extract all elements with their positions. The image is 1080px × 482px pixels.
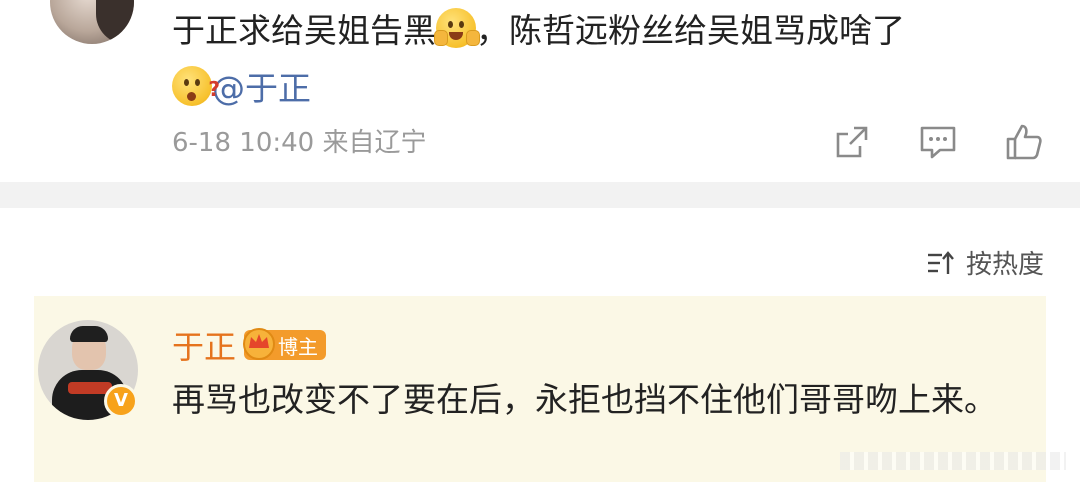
verified-mark: V [114, 390, 128, 411]
comment-author-name[interactable]: 于正 [172, 322, 236, 368]
weibo-post: 于正求给吴姐告黑 ，陈哲远粉丝给吴姐骂成啥了 ? @于正 6-18 10:40 来自… [0, 0, 1080, 182]
mention-link[interactable]: @于正 [212, 69, 311, 108]
verified-icon: V [104, 384, 138, 418]
sort-icon [927, 250, 954, 274]
comment-author-row: 于正 博主 [172, 322, 327, 368]
confused-question-emoji-icon: ? [172, 66, 220, 106]
post-text-part1: 于正求给吴姐告黑 [172, 11, 436, 50]
section-divider [0, 182, 1080, 208]
blogger-badge-label: 博主 [278, 334, 319, 359]
post-content: 于正求给吴姐告黑 ，陈哲远粉丝给吴姐骂成啥了 ? @于正 [172, 2, 1032, 118]
like-icon[interactable] [1004, 122, 1044, 162]
post-timestamp: 6-18 10:40 [172, 128, 315, 158]
crown-icon [243, 328, 276, 360]
share-icon[interactable] [832, 122, 872, 162]
grinning-hands-emoji-icon [434, 8, 480, 48]
post-meta: 6-18 10:40 来自辽宁 [172, 122, 426, 159]
post-author-avatar[interactable] [50, 0, 134, 44]
post-location: 来自辽宁 [322, 128, 427, 158]
sort-toggle[interactable]: 按热度 [926, 244, 1044, 281]
comment-text: 再骂也改变不了要在后，永拒也挡不住他们哥哥吻上来。 [172, 380, 997, 419]
watermark [840, 452, 1066, 470]
post-text-part2: ，陈哲远粉丝给吴姐骂成啥了 [476, 11, 905, 50]
sort-label: 按热度 [965, 250, 1044, 280]
blogger-badge: 博主 [243, 328, 327, 360]
comment-icon[interactable] [918, 122, 958, 162]
